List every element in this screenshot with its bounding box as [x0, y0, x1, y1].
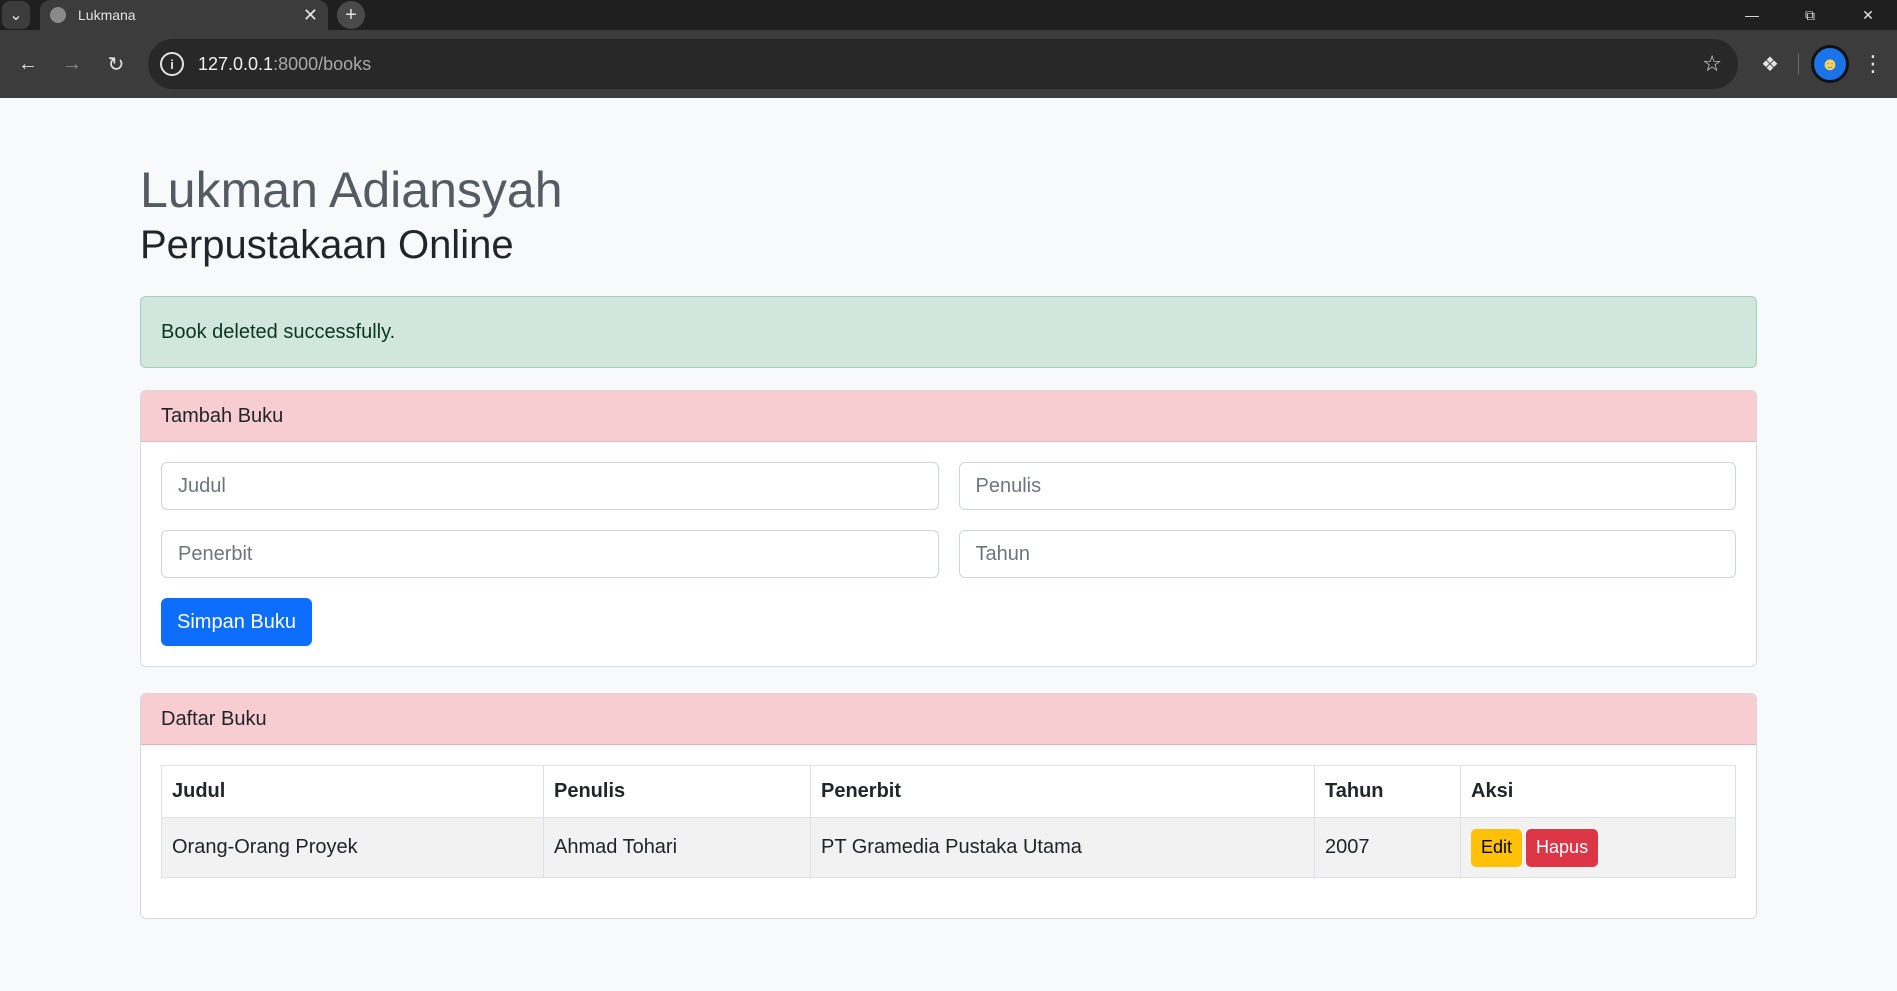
url-host: 127.0.0.1: [198, 53, 274, 74]
cell-tahun: 2007: [1314, 817, 1461, 878]
cell-penerbit: PT Gramedia Pustaka Utama: [810, 817, 1315, 878]
book-list-card: Daftar Buku Judul Penulis Penerbit Tahun…: [140, 693, 1757, 919]
penulis-input[interactable]: [958, 462, 1736, 510]
judul-input[interactable]: [161, 462, 939, 510]
more-menu-icon[interactable]: ⋮: [1855, 51, 1891, 77]
page-title: Lukman Adiansyah: [140, 162, 563, 218]
column-header-aksi: Aksi: [1460, 765, 1736, 818]
profile-avatar[interactable]: ☻: [1811, 45, 1849, 83]
add-book-form: Simpan Buku: [141, 442, 1756, 666]
success-alert: Book deleted successfully.: [140, 296, 1757, 368]
page-subtitle: Perpustakaan Online: [140, 223, 514, 267]
restore-icon[interactable]: ⧉: [1781, 0, 1839, 30]
tahun-input[interactable]: [958, 530, 1736, 578]
tab-search-button[interactable]: ⌄: [2, 1, 30, 29]
cell-aksi: Edit Hapus: [1460, 817, 1736, 878]
minimize-icon[interactable]: —: [1723, 0, 1781, 30]
new-tab-button[interactable]: +: [334, 0, 368, 30]
reload-icon: ↻: [107, 53, 125, 76]
close-icon[interactable]: ✕: [303, 5, 318, 26]
column-header-penerbit: Penerbit: [810, 765, 1315, 818]
column-header-judul: Judul: [161, 765, 544, 818]
back-button[interactable]: ←: [6, 42, 50, 86]
table-header-row: Judul Penulis Penerbit Tahun Aksi: [161, 765, 1736, 818]
reload-button[interactable]: ↻: [94, 42, 138, 86]
extensions-button[interactable]: ❖: [1748, 42, 1792, 86]
penerbit-input[interactable]: [161, 530, 939, 578]
star-icon[interactable]: ☆: [1702, 51, 1722, 77]
add-book-card: Tambah Buku Simpan Buku: [140, 390, 1757, 667]
arrow-left-icon: ←: [18, 52, 38, 75]
profile-icon: ☻: [1820, 53, 1840, 74]
plus-icon: +: [337, 1, 365, 29]
window-close-icon[interactable]: ✕: [1839, 0, 1897, 30]
column-header-tahun: Tahun: [1314, 765, 1461, 818]
browser-tabbar: ⌄ Lukmana ✕ + — ⧉ ✕: [0, 0, 1897, 30]
toolbar-divider: [1798, 53, 1799, 75]
info-icon[interactable]: i: [160, 52, 184, 76]
forward-button[interactable]: →: [50, 42, 94, 86]
form-row: [161, 530, 1736, 578]
edit-button[interactable]: Edit: [1471, 828, 1523, 867]
cell-judul: Orang-Orang Proyek: [161, 817, 544, 878]
save-book-button[interactable]: Simpan Buku: [161, 598, 312, 646]
alert-message: Book deleted successfully.: [161, 320, 396, 343]
page-content: Lukman Adiansyah Perpustakaan Online Boo…: [0, 160, 1897, 919]
form-row: [161, 462, 1736, 510]
url-path: :8000/books: [273, 53, 372, 74]
arrow-right-icon: →: [62, 52, 82, 75]
browser-toolbar: ← → ↻ i 127.0.0.1:8000/books ☆ ❖ ☻ ⋮: [0, 30, 1897, 98]
table-row: Orang-Orang Proyek Ahmad Tohari PT Grame…: [161, 817, 1736, 878]
browser-tab[interactable]: Lukmana ✕: [40, 0, 328, 30]
book-list-body: Judul Penulis Penerbit Tahun Aksi Orang-…: [141, 745, 1756, 918]
puzzle-icon: ❖: [1761, 53, 1779, 76]
cell-penulis: Ahmad Tohari: [543, 817, 811, 878]
book-list-header-label: Daftar Buku: [161, 707, 267, 730]
add-book-header-label: Tambah Buku: [161, 404, 284, 427]
add-book-header: Tambah Buku: [141, 391, 1756, 442]
tab-title: Lukmana: [78, 7, 136, 23]
window-controls: — ⧉ ✕: [1723, 0, 1897, 30]
address-bar[interactable]: i 127.0.0.1:8000/books ☆: [148, 39, 1738, 89]
delete-button[interactable]: Hapus: [1526, 828, 1599, 867]
book-table: Judul Penulis Penerbit Tahun Aksi Orang-…: [161, 765, 1736, 878]
globe-icon: [50, 7, 66, 23]
book-list-header: Daftar Buku: [141, 694, 1756, 745]
column-header-penulis: Penulis: [543, 765, 811, 818]
chevron-down-icon: ⌄: [9, 7, 23, 24]
